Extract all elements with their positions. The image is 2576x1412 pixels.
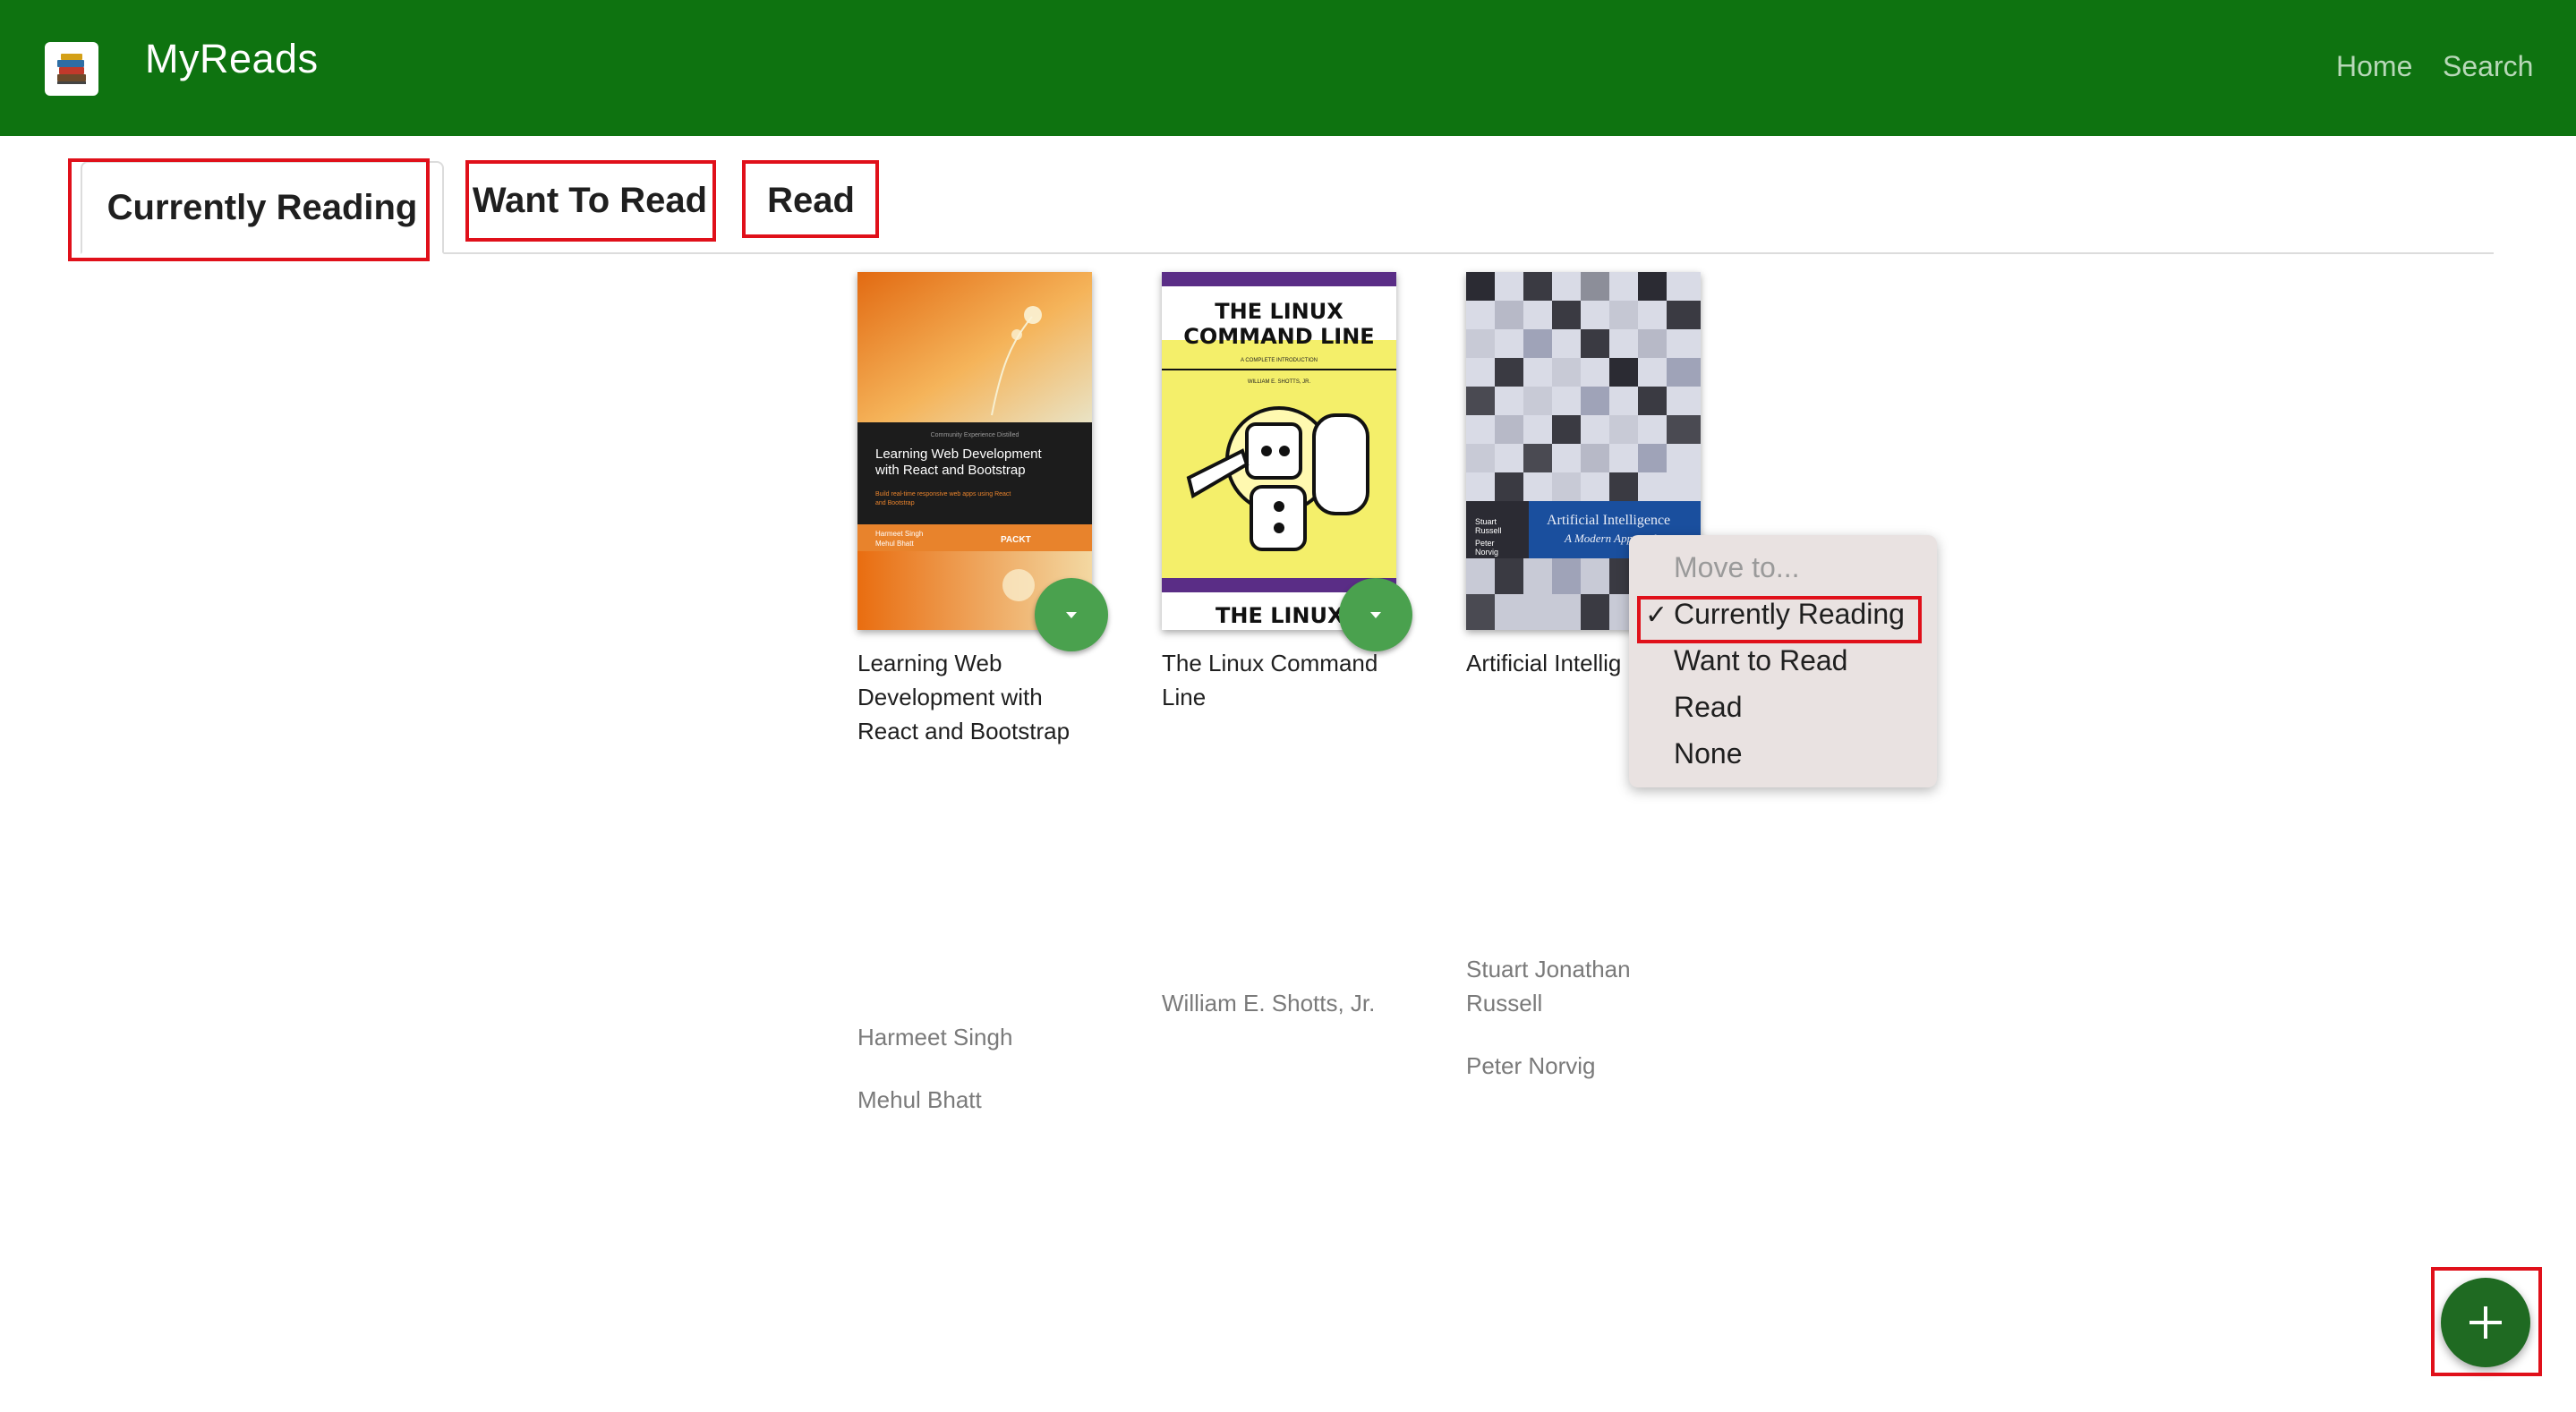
book-title-line: Learning Web: [857, 650, 1002, 676]
book-title-line: Line: [1162, 684, 1207, 710]
plus-icon: [2469, 1306, 2502, 1339]
nav-home-link[interactable]: Home: [2336, 50, 2412, 83]
book-author: Harmeet Singh: [857, 1024, 1013, 1050]
book-title: Learning Web Development with React and …: [857, 646, 1117, 748]
menu-option-none[interactable]: None: [1674, 737, 1743, 770]
tab-want-to-read[interactable]: Want To Read: [467, 161, 712, 240]
book-cover[interactable]: Community Experience Distilled Learning …: [857, 272, 1092, 630]
svg-text:and Bootstrap: and Bootstrap: [875, 500, 915, 506]
book-author-line: Stuart Jonathan: [1466, 956, 1631, 982]
book-title-line: React and Bootstrap: [857, 718, 1070, 744]
svg-text:COMMAND LINE: COMMAND LINE: [1183, 324, 1374, 349]
books-stack-icon: [57, 54, 86, 84]
checkmark-icon: ✓: [1645, 600, 1668, 630]
svg-text:with React and Bootstrap: with React and Bootstrap: [874, 463, 1026, 478]
app-logo: [45, 42, 98, 96]
svg-text:Artificial Intelligence: Artificial Intelligence: [1547, 513, 1670, 528]
svg-text:A COMPLETE INTRODUCTION: A COMPLETE INTRODUCTION: [1241, 358, 1318, 363]
svg-text:THE LINUX: THE LINUX: [1215, 603, 1344, 628]
svg-text:WILLIAM E. SHOTTS, JR.: WILLIAM E. SHOTTS, JR.: [1248, 379, 1311, 385]
book-title: The Linux Command Line: [1162, 646, 1421, 714]
nav-search-link[interactable]: Search: [2443, 50, 2533, 83]
svg-text:Peter: Peter: [1475, 539, 1495, 548]
book-author: Mehul Bhatt: [857, 1086, 982, 1113]
book-author: William E. Shotts, Jr.: [1162, 990, 1376, 1016]
svg-text:PACKT: PACKT: [1001, 535, 1031, 545]
book-title-line: The Linux Command: [1162, 650, 1378, 676]
app-title: MyReads: [145, 36, 319, 81]
menu-header-move-to: Move to...: [1674, 551, 1800, 583]
tab-read[interactable]: Read: [745, 161, 877, 240]
book-author: Peter Norvig: [1466, 1052, 1596, 1079]
app-header: MyReads Home Search: [0, 0, 2576, 136]
svg-text:Norvig: Norvig: [1475, 548, 1498, 557]
svg-text:Learning Web Development: Learning Web Development: [875, 447, 1043, 462]
shelf-changer-button[interactable]: [1339, 578, 1412, 651]
svg-text:Mehul Bhatt: Mehul Bhatt: [875, 540, 914, 548]
menu-option-currently-reading[interactable]: Currently Reading: [1674, 598, 1905, 631]
book-author-line: Russell: [1466, 990, 1543, 1016]
caret-down-icon: [1066, 612, 1077, 618]
book-author: Stuart Jonathan Russell: [1466, 952, 1726, 1020]
tab-currently-reading[interactable]: Currently Reading: [81, 161, 444, 254]
svg-text:Harmeet Singh: Harmeet Singh: [875, 530, 923, 538]
svg-text:Russell: Russell: [1475, 526, 1502, 535]
svg-text:Stuart: Stuart: [1475, 517, 1497, 526]
caret-down-icon: [1370, 612, 1381, 618]
book-cover[interactable]: THE LINUX COMMAND LINE A COMPLETE INTROD…: [1162, 272, 1396, 630]
menu-option-read[interactable]: Read: [1674, 691, 1743, 724]
add-book-button[interactable]: [2441, 1278, 2530, 1367]
svg-text:THE LINUX: THE LINUX: [1215, 299, 1343, 324]
menu-option-want-to-read[interactable]: Want to Read: [1674, 644, 1847, 677]
svg-text:Community Experience Distilled: Community Experience Distilled: [931, 432, 1019, 438]
shelf-move-menu[interactable]: Move to... ✓ Currently Reading Want to R…: [1629, 535, 1937, 787]
svg-text:Build real-time responsive web: Build real-time responsive web apps usin…: [875, 491, 1011, 498]
book-title-line: Development with: [857, 684, 1043, 710]
shelf-changer-button[interactable]: [1035, 578, 1108, 651]
